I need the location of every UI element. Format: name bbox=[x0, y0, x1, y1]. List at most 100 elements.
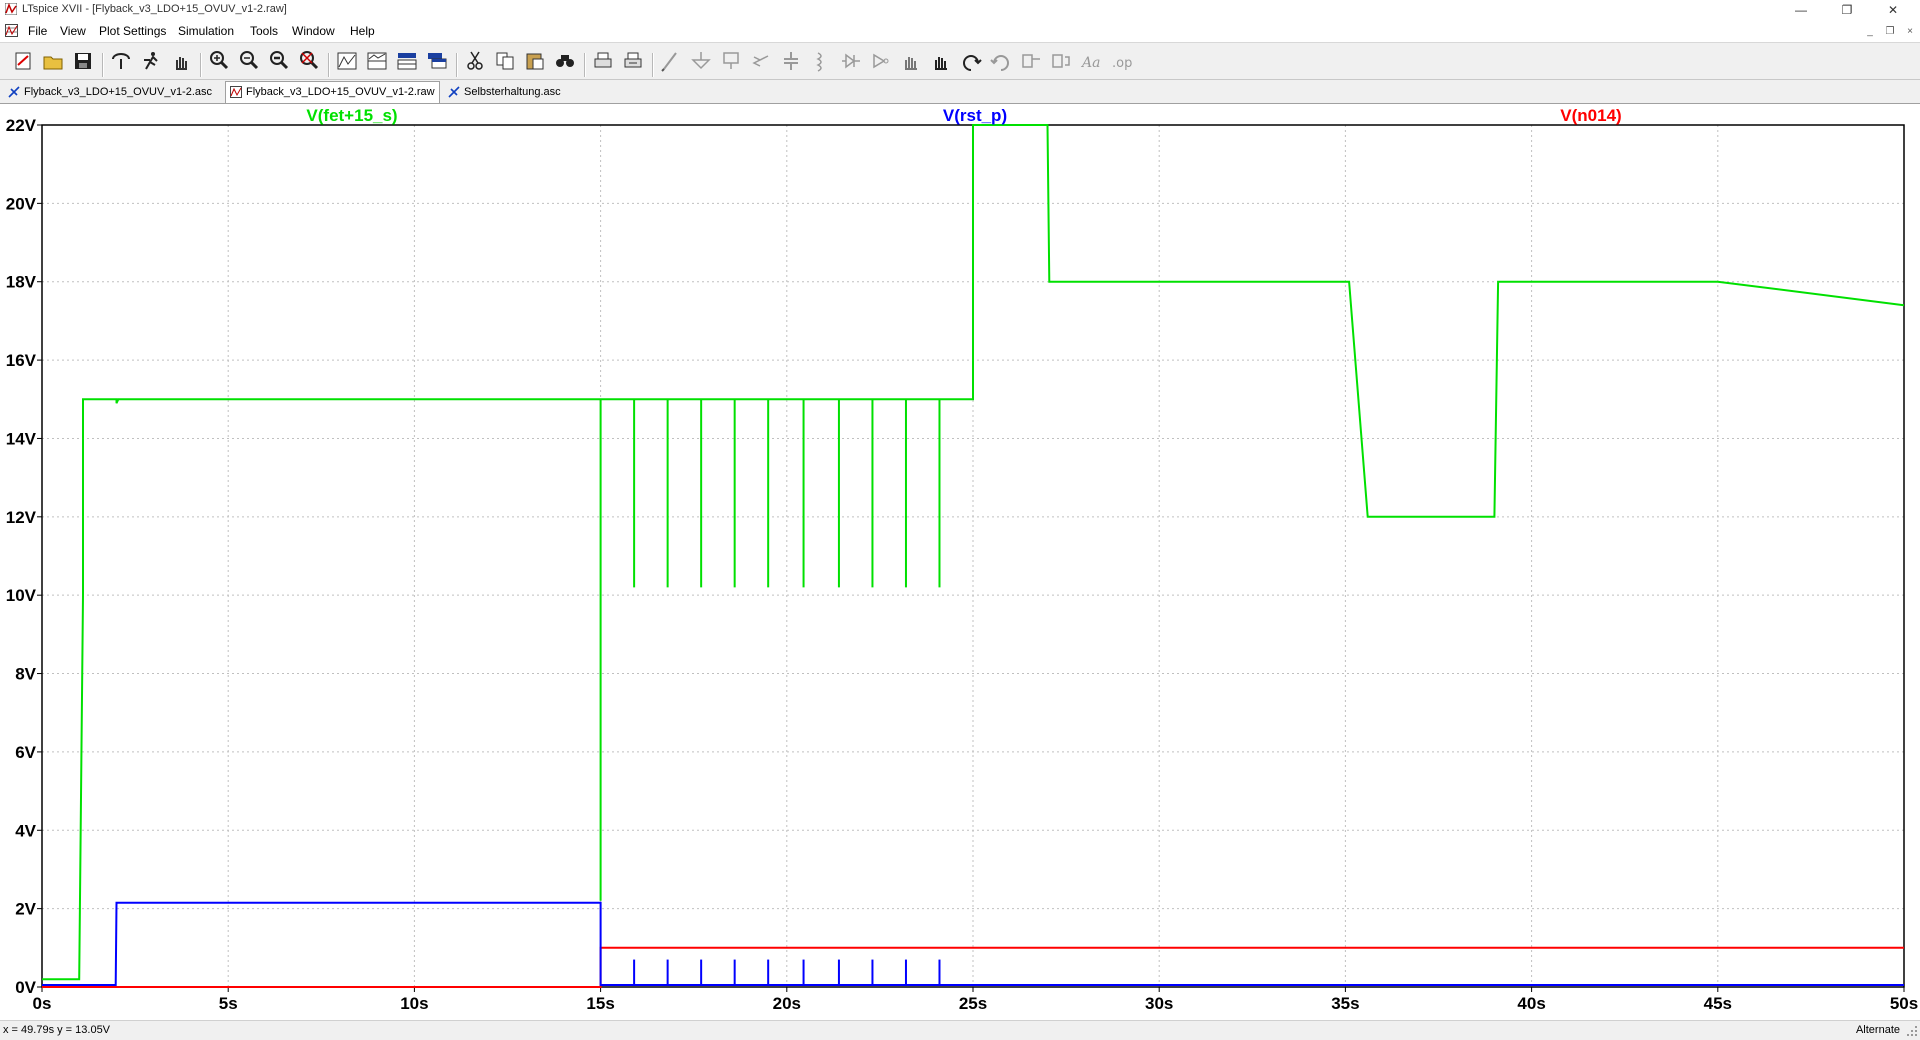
new-schematic-icon bbox=[15, 52, 31, 70]
y-tick-label: 18V bbox=[6, 273, 37, 292]
legend-v-fet-15-s[interactable]: V(fet+15_s) bbox=[306, 106, 397, 125]
zoom-fit-icon bbox=[300, 51, 319, 70]
print-button[interactable] bbox=[590, 47, 616, 75]
toolbar-separator bbox=[584, 53, 586, 77]
plot-pane-button[interactable] bbox=[364, 47, 390, 75]
menu-window[interactable]: Window bbox=[292, 24, 335, 38]
run-button[interactable] bbox=[138, 47, 164, 75]
rotate-button[interactable] bbox=[1018, 47, 1044, 75]
y-tick-label: 10V bbox=[6, 586, 37, 605]
drag-button[interactable] bbox=[928, 47, 954, 75]
capacitor-button[interactable] bbox=[778, 47, 804, 75]
cut-button[interactable] bbox=[462, 47, 488, 75]
label-icon bbox=[723, 52, 739, 69]
svg-text:Aa: Aa bbox=[1080, 55, 1100, 71]
undo-button[interactable] bbox=[958, 47, 984, 75]
status-bar: x = 49.79s y = 13.05V Alternate bbox=[0, 1020, 1920, 1040]
text-icon: Aa bbox=[1080, 55, 1100, 71]
print-preview-button[interactable] bbox=[620, 47, 646, 75]
label-button[interactable] bbox=[718, 47, 744, 75]
y-tick-label: 8V bbox=[15, 665, 36, 684]
x-tick-label: 5s bbox=[219, 994, 238, 1013]
resistor-button[interactable] bbox=[748, 47, 774, 75]
toolbar-separator bbox=[102, 53, 104, 77]
mdi-restore-icon[interactable]: ❐ bbox=[1882, 25, 1898, 39]
save-icon bbox=[75, 53, 91, 69]
autorange-button[interactable] bbox=[334, 47, 360, 75]
restore-button[interactable]: ❐ bbox=[1824, 0, 1870, 20]
menu-view[interactable]: View bbox=[60, 24, 86, 38]
new-schematic-button[interactable] bbox=[10, 47, 36, 75]
ground-icon bbox=[691, 52, 711, 70]
ground-button[interactable] bbox=[688, 47, 714, 75]
add-pane-button[interactable] bbox=[394, 47, 420, 75]
schematic-icon bbox=[8, 86, 20, 98]
toolbar: Aa .op bbox=[0, 42, 1920, 80]
tab-label: Flyback_v3_LDO+15_OVUV_v1-2.asc bbox=[24, 86, 213, 98]
waveform-plot[interactable]: 0s 5s 10s 15s 20s 25s 30s 35s 40s 45s 50s0V2V4V6V8… bbox=[0, 104, 1920, 1020]
y-tick-label: 20V bbox=[6, 194, 37, 213]
zoom-out-icon bbox=[240, 51, 259, 70]
redo-button[interactable] bbox=[988, 47, 1014, 75]
text-button[interactable]: Aa bbox=[1078, 47, 1104, 75]
mirror-icon bbox=[1052, 54, 1070, 68]
find-button[interactable] bbox=[552, 47, 578, 75]
diode-button[interactable] bbox=[838, 47, 864, 75]
move-button[interactable] bbox=[898, 47, 924, 75]
minimize-button[interactable]: — bbox=[1778, 0, 1824, 20]
inductor-button[interactable] bbox=[808, 47, 834, 75]
rotate-icon bbox=[1022, 54, 1040, 68]
y-tick-label: 22V bbox=[6, 116, 37, 135]
zoom-out-button[interactable] bbox=[236, 47, 262, 75]
mdi-minimize-icon[interactable]: _ bbox=[1862, 25, 1878, 39]
pan-button[interactable] bbox=[168, 47, 194, 75]
wire-button[interactable] bbox=[658, 47, 684, 75]
zoom-back-icon bbox=[270, 51, 289, 70]
tab-selbsterhaltung[interactable]: Selbsterhaltung.asc bbox=[448, 82, 578, 103]
cut-icon bbox=[467, 51, 483, 70]
mirror-button[interactable] bbox=[1048, 47, 1074, 75]
y-tick-label: 6V bbox=[15, 743, 36, 762]
resistor-icon bbox=[752, 55, 769, 67]
waveform-document-icon[interactable] bbox=[5, 24, 18, 37]
zoom-back-button[interactable] bbox=[266, 47, 292, 75]
paste-button[interactable] bbox=[522, 47, 548, 75]
capacitor-icon bbox=[784, 52, 798, 70]
menu-file[interactable]: File bbox=[28, 24, 47, 38]
redo-icon bbox=[990, 55, 1009, 71]
mdi-close-icon[interactable]: × bbox=[1902, 25, 1918, 39]
menu-simulation[interactable]: Simulation bbox=[178, 24, 234, 38]
window-title: LTspice XVII - [Flyback_v3_LDO+15_OVUV_v… bbox=[22, 3, 287, 15]
add-pane-icon bbox=[397, 53, 417, 70]
component-button[interactable] bbox=[868, 47, 894, 75]
menu-tools[interactable]: Tools bbox=[250, 24, 278, 38]
resize-grip-icon[interactable] bbox=[1906, 1025, 1918, 1037]
menu-help[interactable]: Help bbox=[350, 24, 375, 38]
menu-plot-settings[interactable]: Plot Settings bbox=[99, 24, 166, 38]
x-tick-label: 35s bbox=[1331, 994, 1359, 1013]
spice-directive-button[interactable]: .op bbox=[1108, 47, 1134, 75]
tab-schematic[interactable]: Flyback_v3_LDO+15_OVUV_v1-2.asc bbox=[8, 82, 218, 103]
tab-waveform[interactable]: Flyback_v3_LDO+15_OVUV_v1-2.raw bbox=[225, 81, 440, 103]
cursor-coordinates: x = 49.79s y = 13.05V bbox=[3, 1024, 111, 1036]
x-tick-label: 15s bbox=[586, 994, 614, 1013]
legend-v-n014[interactable]: V(n014) bbox=[1560, 106, 1621, 125]
wire-icon bbox=[661, 52, 677, 72]
delete-pane-icon bbox=[428, 53, 447, 69]
control-panel-button[interactable] bbox=[108, 47, 134, 75]
x-tick-label: 10s bbox=[400, 994, 428, 1013]
x-tick-label: 25s bbox=[959, 994, 987, 1013]
toolbar-separator bbox=[200, 53, 202, 77]
legend-v-rst-p[interactable]: V(rst_p) bbox=[943, 106, 1007, 125]
zoom-in-button[interactable] bbox=[206, 47, 232, 75]
paste-icon bbox=[526, 53, 544, 70]
waveform-viewer[interactable]: 0s 5s 10s 15s 20s 25s 30s 35s 40s 45s 50s 0V 2V 4V 6V 8… bbox=[0, 104, 1920, 1020]
copy-button[interactable] bbox=[492, 47, 518, 75]
title-bar: LTspice XVII - [Flyback_v3_LDO+15_OVUV_v… bbox=[0, 0, 1920, 20]
save-button[interactable] bbox=[70, 47, 96, 75]
delete-pane-button[interactable] bbox=[424, 47, 450, 75]
spice-directive-icon: .op bbox=[1112, 56, 1132, 71]
close-button[interactable]: ✕ bbox=[1870, 0, 1916, 20]
zoom-fit-button[interactable] bbox=[296, 47, 322, 75]
open-button[interactable] bbox=[40, 47, 66, 75]
